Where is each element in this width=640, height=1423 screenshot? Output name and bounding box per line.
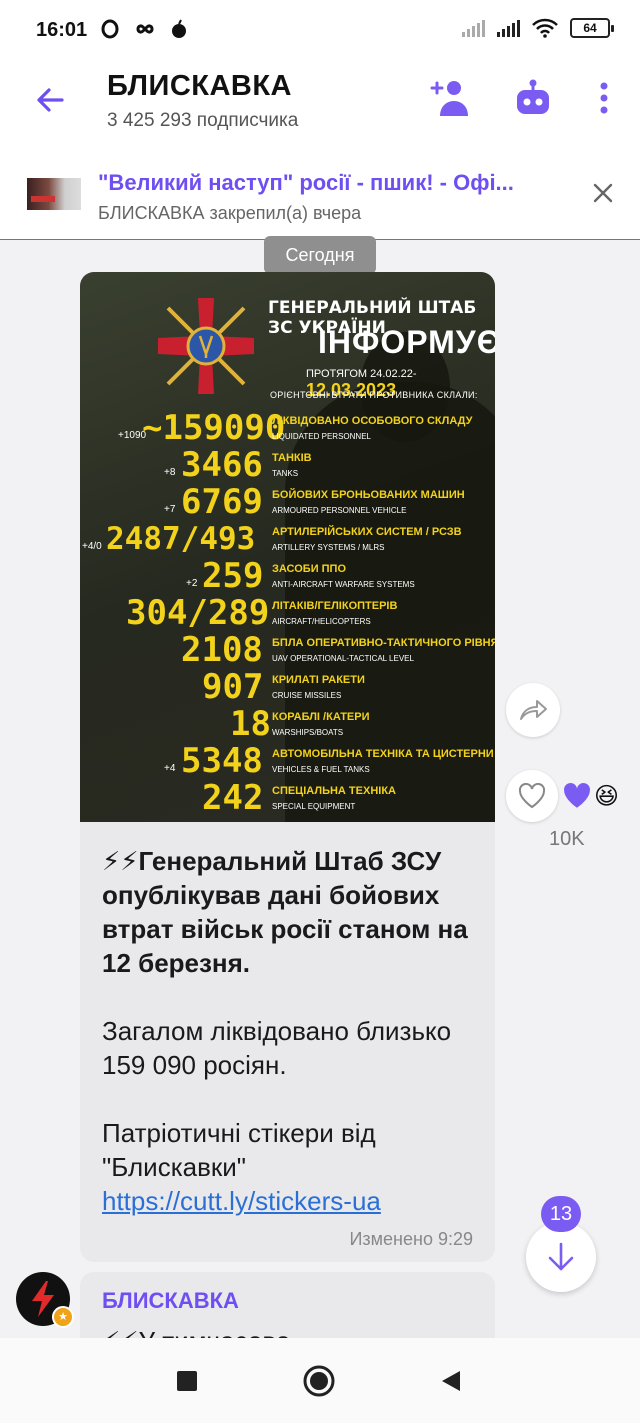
- like-button[interactable]: [506, 770, 558, 822]
- channel-title[interactable]: БЛИСКАВКА: [107, 70, 292, 103]
- signal-sim1-icon: [497, 19, 520, 37]
- share-icon: [520, 700, 547, 720]
- battery-indicator: 64: [570, 18, 614, 38]
- arrow-down-icon: [548, 1242, 574, 1271]
- back-nav-button[interactable]: [434, 1364, 468, 1398]
- share-button[interactable]: [506, 683, 560, 737]
- poster-note: ОРІЄНТОВНІ ВТРАТИ ПРОТИВНИКА СКЛАЛИ:: [270, 390, 478, 400]
- chat-header: БЛИСКАВКА 3 425 293 подписчика: [0, 62, 640, 144]
- status-bar: 16:01 64: [0, 0, 640, 62]
- infinity-icon: [136, 24, 154, 34]
- message-headline: ⚡⚡Генеральний Штаб ЗСУ опублікував дані …: [102, 846, 468, 978]
- message-bubble[interactable]: ГЕНЕРАЛЬНИЙ ШТАБ ЗС УКРАЇНИ ІНФОРМУЄ ПРО…: [80, 272, 495, 1262]
- square-icon: [177, 1371, 197, 1391]
- message-promo: Патріотичні стікери від "Блискавки" https…: [102, 1118, 381, 1216]
- system-nav-bar: [0, 1338, 640, 1423]
- purple-heart-icon: [564, 783, 590, 808]
- stat-artillery: +4/0 2487/493 АРТИЛЕРІЙСЬКИХ СИСТЕМ / РС…: [82, 521, 462, 557]
- reaction-count: 10K: [549, 828, 585, 850]
- date-divider: Сегодня: [264, 236, 376, 274]
- bomb-icon: [172, 19, 187, 38]
- circle-icon: [303, 1365, 335, 1397]
- stat-aircraft: 304/289 ЛІТАКІВ/ГЕЛІКОПТЕРІВ AIRCRAFT/HE…: [126, 593, 398, 633]
- stat-tanks: +8 3466 ТАНКІВ TANKS: [164, 445, 312, 485]
- message-author[interactable]: БЛИСКАВКА: [102, 1288, 239, 1314]
- wifi-icon: [532, 18, 558, 38]
- more-menu-button[interactable]: [582, 76, 626, 120]
- bot-icon: [517, 79, 549, 114]
- add-member-button[interactable]: [428, 76, 472, 120]
- stat-special: 242 СПЕЦІАЛЬНА ТЕХНІКА SPECIAL EQUIPMENT: [202, 778, 396, 818]
- pinned-thumbnail: [27, 178, 81, 210]
- star-badge-icon: ★: [52, 1306, 74, 1328]
- message-text: ⚡⚡Генеральний Штаб ЗСУ опублікував дані …: [80, 822, 495, 1218]
- pinned-subtitle: БЛИСКАВКА закрепил(а) вчера: [98, 203, 362, 223]
- laugh-emoji-icon: 😆: [594, 782, 620, 810]
- triangle-back-icon: [442, 1371, 460, 1391]
- stat-apv: +7 6769 БОЙОВИХ БРОНЬОВАНИХ МАШИН ARMOUR…: [164, 482, 465, 522]
- stat-personnel: +1090 ~159090 ЛІКВІДОВАНО ОСОБОВОГО СКЛА…: [118, 408, 473, 448]
- back-button[interactable]: [32, 82, 68, 118]
- message-image[interactable]: ГЕНЕРАЛЬНИЙ ШТАБ ЗС УКРАЇНИ ІНФОРМУЄ ПРО…: [80, 272, 495, 822]
- status-time: 16:01: [36, 19, 88, 41]
- home-button[interactable]: [302, 1364, 336, 1398]
- bot-button[interactable]: [511, 76, 555, 120]
- close-pinned-button[interactable]: [592, 182, 614, 209]
- unread-count-badge: 13: [541, 1196, 581, 1232]
- heart-outline-icon: [518, 783, 546, 809]
- arrow-left-icon: [37, 88, 64, 112]
- message-meta: Изменено 9:29: [349, 1229, 473, 1249]
- stickers-link[interactable]: https://cutt.ly/stickers-ua: [102, 1186, 381, 1216]
- pinned-message-bar[interactable]: "Великий наступ" росії - пшик! - Офі... …: [0, 144, 640, 240]
- general-staff-emblem: [158, 298, 254, 394]
- close-icon: [593, 183, 613, 203]
- message-body: Загалом ліквідовано близько 159 090 росі…: [102, 1016, 452, 1080]
- stat-vehicles: +4 5348 АВТОМОБІЛЬНА ТЕХНІКА ТА ЦИСТЕРНИ…: [164, 741, 495, 781]
- stat-missiles: 907 КРИЛАТІ РАКЕТИ CRUISE MISSILES: [202, 667, 365, 707]
- stat-uav: 2108 БПЛА ОПЕРАТИВНО-ТАКТИЧНОГО РІВНЯ UA…: [181, 630, 495, 670]
- opera-icon: [101, 19, 119, 39]
- stat-air-defense: +2 259 ЗАСОБИ ППО ANTI-AIRCRAFT WARFARE …: [186, 556, 415, 596]
- status-app-icons: [100, 17, 189, 40]
- subscriber-count: 3 425 293 подписчика: [107, 110, 299, 131]
- more-vertical-icon: [600, 82, 608, 114]
- poster-title: ІНФОРМУЄ: [318, 324, 495, 360]
- recents-button[interactable]: [170, 1364, 204, 1398]
- status-right: 64: [462, 18, 614, 38]
- reactions-bar[interactable]: 😆: [506, 770, 630, 822]
- scroll-to-bottom-button[interactable]: [526, 1222, 596, 1292]
- pinned-title[interactable]: "Великий наступ" росії - пшик! - Офі...: [98, 170, 548, 196]
- signal-sim2-icon: [462, 19, 485, 37]
- add-person-icon: [430, 81, 468, 116]
- stat-warships: 18 КОРАБЛІ /КАТЕРИ WARSHIPS/BOATS: [230, 704, 370, 744]
